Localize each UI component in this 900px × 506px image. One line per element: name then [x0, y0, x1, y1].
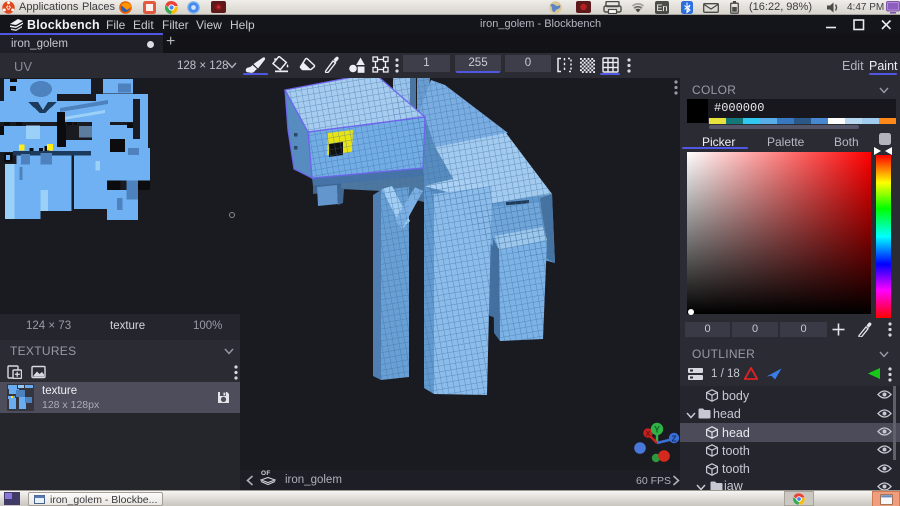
svg-text:Y: Y [654, 425, 660, 435]
svg-text:En: En [656, 3, 667, 13]
svg-text:Z: Z [672, 435, 677, 444]
svg-text:X: X [646, 431, 651, 438]
